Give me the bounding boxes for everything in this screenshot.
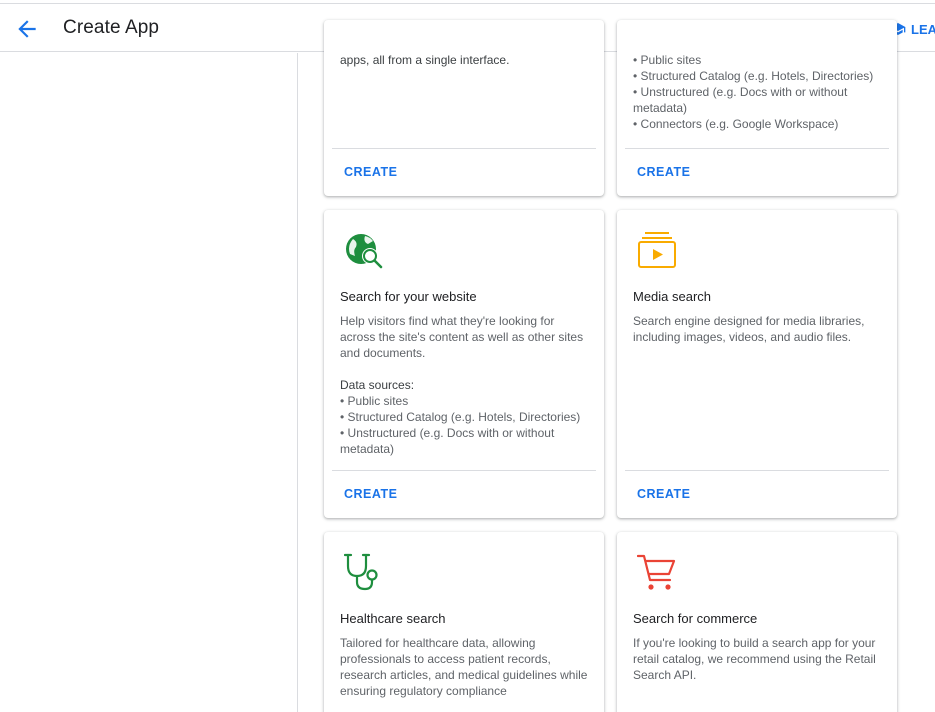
card-description: Tailored for healthcare data, allowing p… [340,636,588,698]
stethoscope-icon [343,552,384,592]
page-title: Create App [63,17,160,38]
create-button[interactable]: CREATE [637,165,690,179]
video-library-icon [637,230,677,270]
arrow-back-icon [18,20,36,38]
create-button[interactable]: CREATE [344,165,397,179]
data-source-item: • Structured Catalog (e.g. Hotels, Direc… [633,69,874,83]
card-title: Healthcare search [340,611,446,626]
card-divider [625,148,889,149]
card-title: Media search [633,289,712,304]
data-source-item: • Public sites [633,53,702,67]
back-button[interactable] [14,16,40,42]
card-description: Search engine designed for media librari… [633,314,865,344]
card-description: Help visitors find what they're looking … [340,314,584,360]
card-description: apps, all from a single interface. [340,53,510,67]
data-source-item: • Unstructured (e.g. Docs with or withou… [633,85,848,115]
learn-label: LEA [911,21,935,37]
card-title: Search for commerce [633,611,758,626]
shopping-cart-icon [636,552,677,592]
healthcare-search-card: Healthcare search Tailored for healthcar… [324,532,604,712]
media-search-card: Media search Search engine designed for … [617,210,897,518]
data-source-item: • Structured Catalog (e.g. Hotels, Direc… [340,410,581,424]
left-panel [0,53,298,712]
commerce-search-card: Search for commerce If you're looking to… [617,532,897,712]
data-sources-title: Data sources: [340,378,415,392]
data-source-item: • Public sites [340,394,409,408]
card-divider [625,470,889,471]
globe-search-icon [344,230,384,270]
card-title: Search for your website [340,289,477,304]
card-description: If you're looking to build a search app … [633,636,876,682]
card-divider [332,148,596,149]
card-divider [332,470,596,471]
app-type-card: apps, all from a single interface. CREAT… [324,20,604,196]
create-button[interactable]: CREATE [637,487,690,501]
website-search-card: Search for your website Help visitors fi… [324,210,604,518]
app-type-card: • Public sites • Structured Catalog (e.g… [617,20,897,196]
data-source-item: • Connectors (e.g. Google Workspace) [633,117,839,131]
create-button[interactable]: CREATE [344,487,397,501]
data-source-item: • Unstructured (e.g. Docs with or withou… [340,426,555,456]
